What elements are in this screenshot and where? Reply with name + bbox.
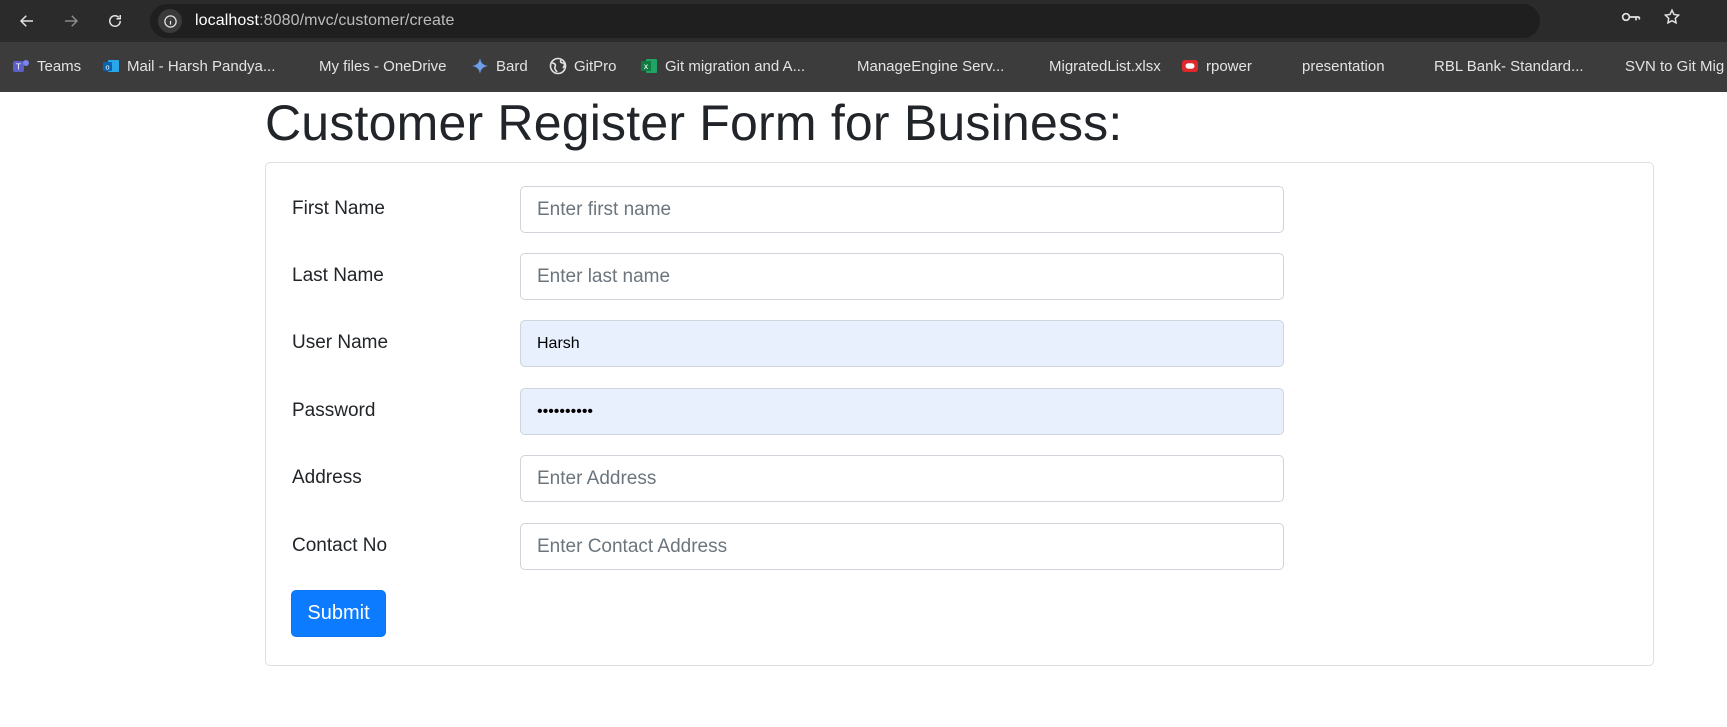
reload-icon — [109, 15, 121, 27]
microsoft-icon — [1024, 57, 1042, 75]
excel-icon: x — [640, 57, 658, 75]
bookmark-rbl-bank[interactable]: RBL Bank- Standard... — [1409, 56, 1584, 76]
bookmark-label: ManageEngine Serv... — [857, 57, 1005, 75]
bookmark-git-migration[interactable]: x Git migration and A... — [640, 56, 805, 76]
bookmark-label: Git migration and A... — [665, 57, 806, 75]
bookmark-label: Bard — [496, 57, 528, 75]
url-host: localhost — [195, 12, 260, 29]
teams-icon: T — [12, 57, 30, 75]
contact-no-input[interactable] — [520, 523, 1284, 570]
last-name-input[interactable] — [520, 253, 1284, 300]
back-button[interactable] — [14, 8, 40, 34]
bookmark-label: RBL Bank- Standard... — [1434, 57, 1584, 75]
bookmark-label: presentation — [1302, 57, 1385, 75]
password-row: Password — [266, 388, 1653, 435]
bookmark-label: SVN to Git Mig — [1625, 57, 1725, 75]
bookmark-label: rpower — [1206, 57, 1252, 75]
address-input[interactable] — [520, 455, 1284, 502]
key-icon[interactable] — [1620, 8, 1642, 26]
outlook-icon: o — [102, 57, 120, 75]
bookmark-rpower[interactable]: rpower — [1181, 56, 1252, 76]
bookmarks-bar: T Teams o Mail - Harsh Pandya... My file… — [0, 42, 1727, 92]
svg-text:x: x — [644, 62, 649, 71]
bookmark-star-icon[interactable] — [1661, 8, 1683, 26]
bookmark-presentation[interactable]: presentation — [1277, 56, 1385, 76]
url-path: :8080/mvc/customer/create — [259, 12, 455, 29]
submit-button[interactable]: Submit — [291, 590, 386, 637]
bookmark-label: MigratedList.xlsx — [1049, 57, 1161, 75]
site-info-icon[interactable] — [158, 9, 182, 33]
bookmark-svn-to-git[interactable]: SVN to Git Mig — [1600, 56, 1724, 76]
bookmark-migratedlist[interactable]: MigratedList.xlsx — [1024, 56, 1161, 76]
password-input[interactable] — [520, 388, 1284, 435]
bookmark-label: Mail - Harsh Pandya... — [127, 57, 276, 75]
bookmark-gitpro[interactable]: GitPro — [549, 56, 617, 76]
customer-register-form: First Name Last Name User Name Password … — [265, 162, 1654, 666]
bookmark-manageengine[interactable]: ManageEngine Serv... — [832, 56, 1004, 76]
password-label: Password — [292, 400, 376, 421]
contact-no-row: Contact No — [266, 523, 1653, 570]
last-name-label: Last Name — [292, 265, 384, 286]
first-name-row: First Name — [266, 186, 1653, 233]
microsoft-icon — [1409, 57, 1427, 75]
forward-arrow-icon — [65, 15, 79, 27]
bard-icon — [471, 57, 489, 75]
contact-no-label: Contact No — [292, 535, 388, 556]
first-name-input[interactable] — [520, 186, 1284, 233]
page-title: Customer Register Form for Business: — [265, 95, 1123, 151]
address-label: Address — [292, 467, 362, 488]
oracle-icon — [1181, 57, 1199, 75]
svg-text:T: T — [15, 63, 21, 72]
user-name-row: User Name — [266, 320, 1653, 367]
bookmark-label: Teams — [37, 57, 82, 75]
user-name-label: User Name — [292, 332, 389, 353]
page-content: Customer Register Form for Business: Fir… — [0, 92, 1727, 727]
bookmark-teams[interactable]: T Teams — [12, 56, 81, 76]
forward-button[interactable] — [58, 8, 84, 34]
last-name-row: Last Name — [266, 253, 1653, 300]
user-name-input[interactable] — [520, 320, 1284, 367]
reload-button[interactable] — [102, 8, 128, 34]
microsoft-icon — [1600, 57, 1618, 75]
globe-icon — [549, 57, 567, 75]
url-text[interactable]: localhost:8080/mvc/customer/create — [195, 12, 455, 30]
microsoft-icon — [1277, 57, 1295, 75]
microsoft-icon — [832, 57, 850, 75]
browser-chrome: localhost:8080/mvc/customer/create T Tea… — [0, 0, 1727, 92]
bookmark-mail[interactable]: o Mail - Harsh Pandya... — [102, 56, 275, 76]
bookmark-bard[interactable]: Bard — [471, 56, 528, 76]
address-row: Address — [266, 455, 1653, 502]
address-bar[interactable]: localhost:8080/mvc/customer/create — [150, 4, 1540, 38]
svg-text:o: o — [105, 63, 109, 71]
bookmark-label: GitPro — [574, 57, 617, 75]
microsoft-icon — [294, 57, 312, 75]
first-name-label: First Name — [292, 198, 385, 219]
browser-toolbar: localhost:8080/mvc/customer/create — [0, 0, 1727, 42]
bookmark-label: My files - OneDrive — [319, 57, 447, 75]
bookmark-onedrive[interactable]: My files - OneDrive — [294, 56, 447, 76]
back-arrow-icon — [19, 15, 33, 27]
